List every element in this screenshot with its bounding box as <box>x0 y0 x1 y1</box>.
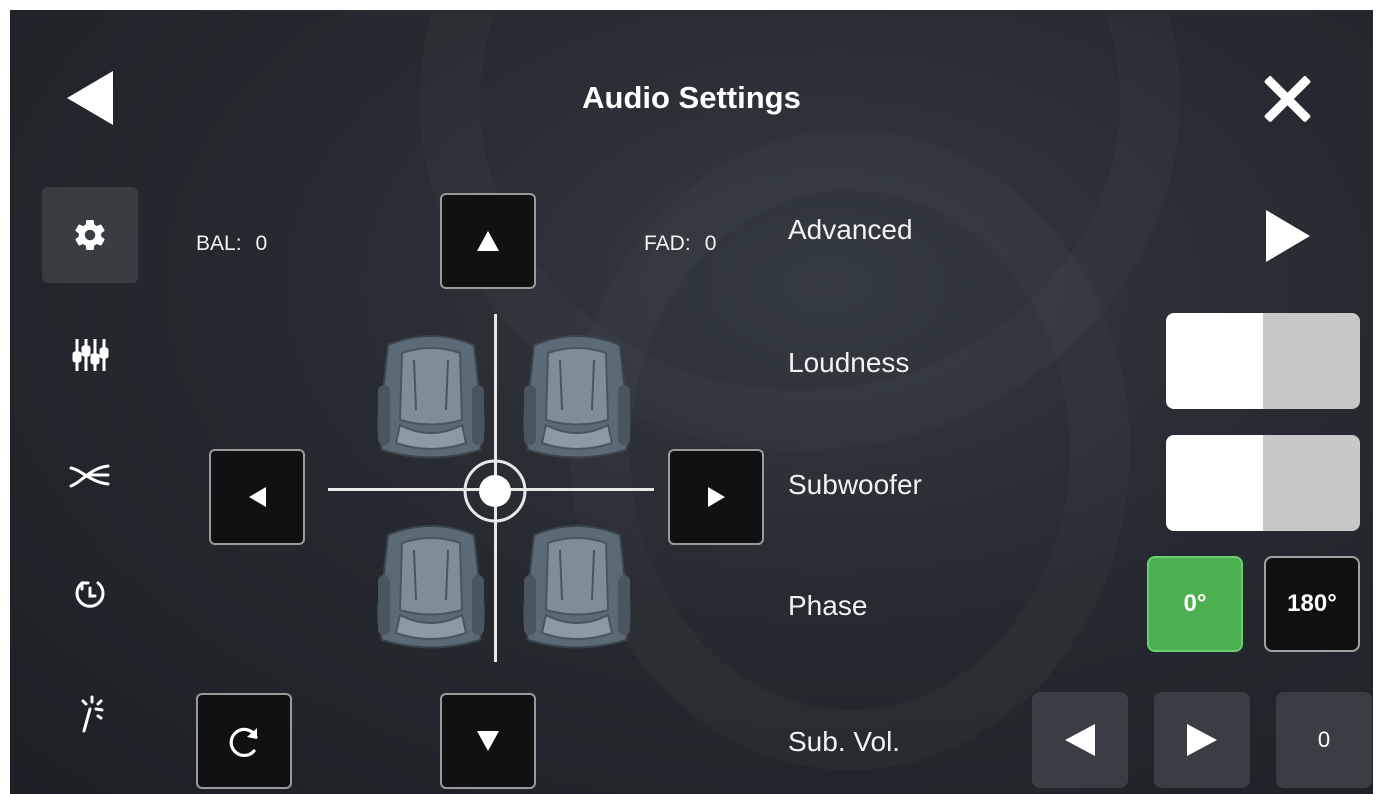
arrow-right-icon <box>1187 724 1217 756</box>
history-reset-icon <box>75 581 105 608</box>
page-title: Audio Settings <box>582 80 801 115</box>
advanced-label: Advanced <box>788 214 913 245</box>
fader-value: 0 <box>704 232 717 255</box>
arrow-right-icon <box>707 487 725 507</box>
sub-vol-increase-button[interactable] <box>1154 692 1250 788</box>
fader-down-button[interactable] <box>440 693 536 789</box>
arrow-left-icon <box>248 487 266 507</box>
balance-label: BAL: <box>196 232 242 255</box>
toggle-knob <box>1166 313 1263 409</box>
balance-value: 0 <box>255 232 268 255</box>
sound-focus-handle[interactable] <box>460 456 530 526</box>
chevron-right-icon <box>1266 210 1310 262</box>
reset-icon <box>229 727 258 758</box>
crossover-icon <box>69 464 110 488</box>
fader-readout: FAD: 0 <box>644 232 716 256</box>
seat-front-right <box>523 335 631 459</box>
arrow-down-icon <box>477 731 499 751</box>
fader-up-button[interactable] <box>440 193 536 289</box>
loudness-toggle[interactable] <box>1166 313 1360 409</box>
magic-wand-icon <box>81 695 104 733</box>
sub-vol-value: 0 <box>1276 692 1372 788</box>
audio-settings-screen: Audio Settings BAL: 0 FAD: 0 Advanced Lo… <box>10 10 1373 794</box>
fader-label: FAD: <box>644 232 691 255</box>
sidebar-item-crossover[interactable] <box>42 427 138 523</box>
subwoofer-toggle[interactable] <box>1166 435 1360 531</box>
sidebar-item-general[interactable] <box>42 187 138 283</box>
loudness-label: Loudness <box>788 347 910 378</box>
phase-label: Phase <box>788 590 868 621</box>
seat-rear-right <box>523 525 631 649</box>
sub-vol-label: Sub. Vol. <box>788 726 901 757</box>
close-button[interactable] <box>1256 68 1316 128</box>
reset-balance-fader-button[interactable] <box>196 693 292 789</box>
toggle-knob <box>1166 435 1263 531</box>
equalizer-sliders-icon <box>72 339 109 371</box>
sidebar-item-equalizer[interactable] <box>42 307 138 403</box>
seat-front-left <box>377 335 485 459</box>
balance-readout: BAL: 0 <box>196 232 267 256</box>
sidebar-item-effects[interactable] <box>42 667 138 763</box>
balance-right-button[interactable] <box>668 449 764 545</box>
advanced-open-button[interactable] <box>1266 210 1314 266</box>
arrow-up-icon <box>477 231 499 251</box>
sidebar-item-history[interactable] <box>42 547 138 643</box>
phase-0-button[interactable]: 0° <box>1147 556 1243 652</box>
sub-vol-decrease-button[interactable] <box>1032 692 1128 788</box>
subwoofer-label: Subwoofer <box>788 469 922 500</box>
phase-180-button[interactable]: 180° <box>1264 556 1360 652</box>
gear-icon <box>75 220 105 251</box>
balance-left-button[interactable] <box>209 449 305 545</box>
seat-rear-left <box>377 525 485 649</box>
arrow-left-icon <box>1065 724 1095 756</box>
